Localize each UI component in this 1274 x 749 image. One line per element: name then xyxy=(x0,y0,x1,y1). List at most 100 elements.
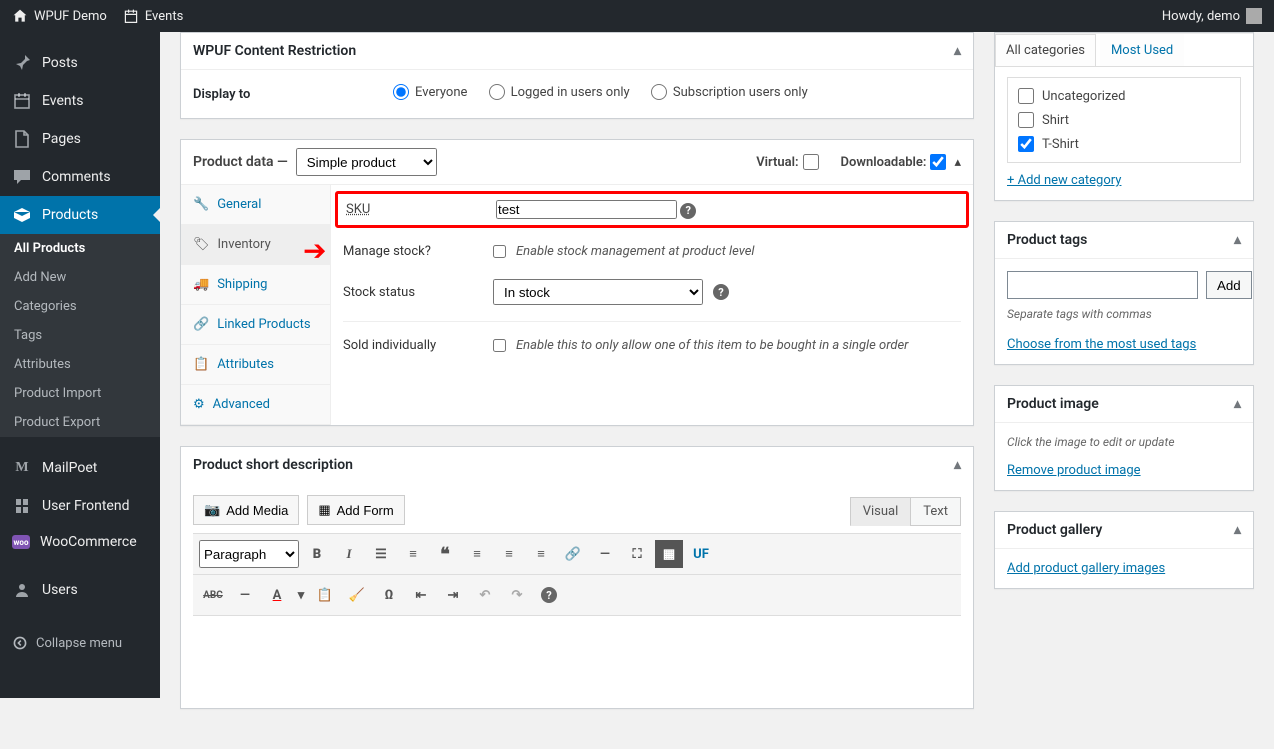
tab-all-categories[interactable]: All categories xyxy=(995,34,1096,66)
sidebar-item-events[interactable]: Events xyxy=(0,82,160,120)
adminbar-site-link[interactable]: WPUF Demo xyxy=(12,8,107,24)
sidebar-item-pages[interactable]: Pages xyxy=(0,120,160,158)
add-tag-button[interactable]: Add xyxy=(1206,271,1252,299)
block-format-select[interactable]: Paragraph xyxy=(199,540,299,568)
pushpin-icon xyxy=(12,53,32,73)
more-button[interactable]: — xyxy=(591,540,619,568)
category-checkbox[interactable] xyxy=(1018,136,1034,152)
tab-advanced[interactable]: ⚙Advanced xyxy=(181,385,330,425)
sidebar-item-users[interactable]: Users xyxy=(0,571,160,609)
category-checkbox[interactable] xyxy=(1018,88,1034,104)
outdent-button[interactable]: ⇤ xyxy=(407,581,435,609)
bold-button[interactable]: B xyxy=(303,540,331,568)
collapse-menu-button[interactable]: Collapse menu xyxy=(0,625,160,661)
display-to-loggedin-radio[interactable] xyxy=(489,84,505,100)
product-tags-input[interactable] xyxy=(1007,271,1198,299)
help-icon[interactable]: ? xyxy=(680,203,696,219)
add-form-button[interactable]: ▦ Add Form xyxy=(307,495,404,525)
sidebar-subitem-product-import[interactable]: Product Import xyxy=(0,379,160,408)
radio-label: Everyone xyxy=(415,85,467,100)
align-center-button[interactable]: ≡ xyxy=(495,540,523,568)
tab-shipping[interactable]: 🚚Shipping xyxy=(181,265,330,305)
downloadable-checkbox[interactable] xyxy=(930,154,946,170)
product-data-title: Product data — xyxy=(193,154,288,170)
align-left-button[interactable]: ≡ xyxy=(463,540,491,568)
sidebar-item-posts[interactable]: Posts xyxy=(0,44,160,82)
remove-product-image-link[interactable]: Remove product image xyxy=(1007,463,1141,478)
postbox-toggle[interactable]: ▴ xyxy=(954,43,961,59)
manage-stock-checkbox[interactable] xyxy=(493,245,506,258)
choose-used-tags-link[interactable]: Choose from the most used tags xyxy=(1007,337,1196,352)
sidebar-subitem-tags[interactable]: Tags xyxy=(0,321,160,350)
paste-text-button[interactable]: 📋 xyxy=(311,581,339,609)
camera-icon: 📷 xyxy=(204,502,220,518)
display-to-loggedin-option[interactable]: Logged in users only xyxy=(489,84,630,100)
display-to-subscription-option[interactable]: Subscription users only xyxy=(651,84,808,100)
tab-linked-products[interactable]: 🔗Linked Products xyxy=(181,305,330,345)
postbox-toggle[interactable]: ▴ xyxy=(1234,232,1241,248)
postbox-toggle[interactable]: ▴ xyxy=(1234,396,1241,412)
category-checkbox[interactable] xyxy=(1018,112,1034,128)
sidebar-subitem-add-new[interactable]: Add New xyxy=(0,263,160,292)
sidebar-item-products[interactable]: Products xyxy=(0,196,160,234)
text-color-button[interactable]: A xyxy=(263,581,291,609)
editor-content-area[interactable] xyxy=(193,616,961,696)
tab-most-used[interactable]: Most Used xyxy=(1100,34,1184,66)
toolbar-toggle-button[interactable]: ▦ xyxy=(655,540,683,568)
number-list-button[interactable]: ≡ xyxy=(399,540,427,568)
sidebar-submenu-products: All Products Add New Categories Tags Att… xyxy=(0,234,160,437)
sidebar-subitem-attributes[interactable]: Attributes xyxy=(0,350,160,379)
sidebar-item-woocommerce[interactable]: woo WooCommerce xyxy=(0,525,160,559)
sidebar-subitem-product-export[interactable]: Product Export xyxy=(0,408,160,437)
strikethrough-button[interactable]: ABC xyxy=(199,581,227,609)
sidebar-item-user-frontend[interactable]: User Frontend xyxy=(0,487,160,525)
redo-button[interactable]: ↷ xyxy=(503,581,531,609)
stock-status-select[interactable]: In stock xyxy=(493,279,703,305)
clear-formatting-button[interactable]: 🧹 xyxy=(343,581,371,609)
sidebar-item-mailpoet[interactable]: M MailPoet xyxy=(0,449,160,487)
bullet-list-button[interactable]: ☰ xyxy=(367,540,395,568)
add-new-category-link[interactable]: + Add new category xyxy=(1007,173,1121,188)
sidebar-subitem-categories[interactable]: Categories xyxy=(0,292,160,321)
category-option-shirt[interactable]: Shirt xyxy=(1008,108,1240,132)
adminbar-howdy[interactable]: Howdy, demo xyxy=(1162,8,1262,24)
virtual-checkbox[interactable] xyxy=(803,154,819,170)
display-to-subscription-radio[interactable] xyxy=(651,84,667,100)
italic-button[interactable]: I xyxy=(335,540,363,568)
category-option-uncategorized[interactable]: Uncategorized xyxy=(1008,84,1240,108)
product-type-select[interactable]: Simple product xyxy=(296,148,437,176)
sidebar-item-label: Users xyxy=(42,582,78,598)
help-button[interactable]: ? xyxy=(535,581,563,609)
undo-button[interactable]: ↶ xyxy=(471,581,499,609)
wpuf-shortcode-button[interactable]: UF xyxy=(687,540,715,568)
link-button[interactable]: 🔗 xyxy=(559,540,587,568)
align-right-button[interactable]: ≡ xyxy=(527,540,555,568)
editor-tab-visual[interactable]: Visual xyxy=(850,497,912,526)
indent-button[interactable]: ⇥ xyxy=(439,581,467,609)
text-color-dropdown[interactable]: ▾ xyxy=(295,581,307,609)
calendar-icon xyxy=(12,91,32,111)
hr-button[interactable]: — xyxy=(231,581,259,609)
tab-attributes[interactable]: 📋Attributes xyxy=(181,345,330,385)
postbox-toggle[interactable]: ▴ xyxy=(954,155,961,170)
sold-individually-checkbox[interactable] xyxy=(493,339,506,352)
display-to-everyone-radio[interactable] xyxy=(393,84,409,100)
comment-icon xyxy=(12,167,32,187)
postbox-toggle[interactable]: ▴ xyxy=(954,457,961,473)
postbox-title: Product tags xyxy=(1007,232,1087,248)
blockquote-button[interactable]: ❝ xyxy=(431,540,459,568)
sidebar-subitem-all-products[interactable]: All Products xyxy=(0,234,160,263)
sku-input[interactable] xyxy=(496,200,677,219)
help-icon[interactable]: ? xyxy=(713,284,729,300)
fullscreen-button[interactable]: ⛶ xyxy=(623,540,651,568)
display-to-everyone-option[interactable]: Everyone xyxy=(393,84,467,100)
adminbar-events-link[interactable]: Events xyxy=(123,8,183,24)
editor-tab-text[interactable]: Text xyxy=(910,497,961,526)
sidebar-item-comments[interactable]: Comments xyxy=(0,158,160,196)
tab-general[interactable]: 🔧General xyxy=(181,185,330,225)
special-char-button[interactable]: Ω xyxy=(375,581,403,609)
add-media-button[interactable]: 📷 Add Media xyxy=(193,495,299,525)
add-gallery-images-link[interactable]: Add product gallery images xyxy=(1007,561,1165,576)
postbox-toggle[interactable]: ▴ xyxy=(1234,522,1241,538)
category-option-tshirt[interactable]: T-Shirt xyxy=(1008,132,1240,156)
